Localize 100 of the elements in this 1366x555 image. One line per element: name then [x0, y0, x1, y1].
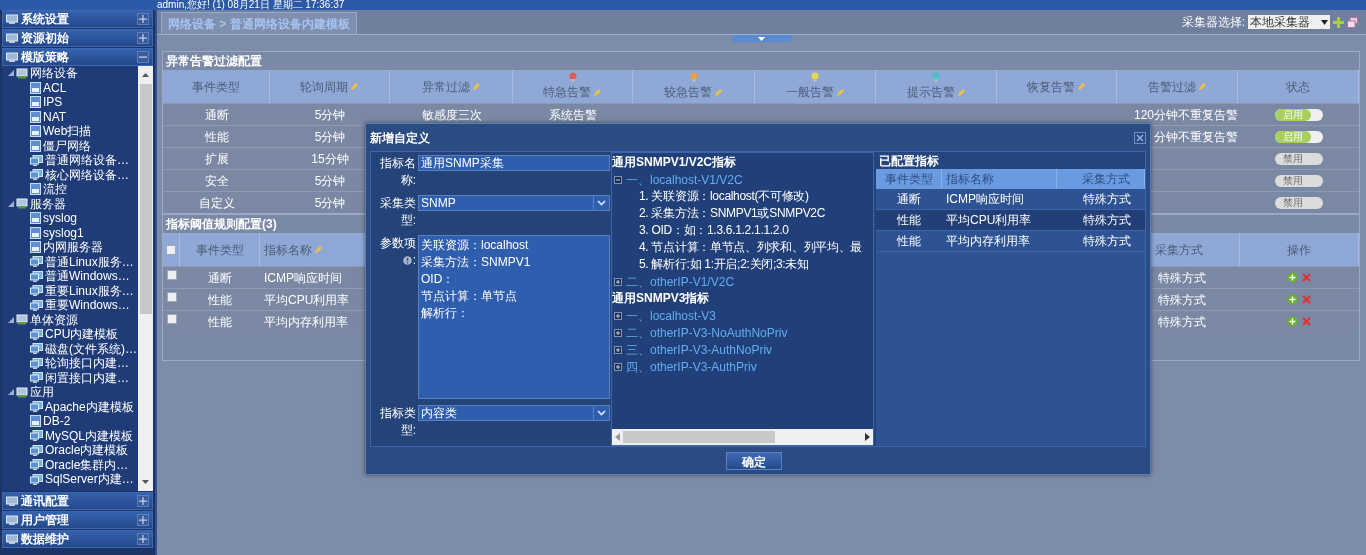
table-row[interactable]: 性能 平均CPU利用率 特殊方式 [876, 210, 1145, 231]
monitor-icon [30, 169, 43, 181]
table-cell-text: 平均CPU利用率 [264, 291, 350, 309]
collector-select[interactable]: 本地采集器 [1248, 15, 1330, 29]
table-row[interactable]: 性能 平均内存利用率 特殊方式 [876, 231, 1145, 252]
horizontal-scrollbar[interactable] [612, 429, 873, 445]
tree-leaf: 5. 解析行:如 1:开启;2:关闭;3:未知 [638, 256, 810, 273]
field-label: : [412, 252, 416, 269]
tree-node[interactable]: 一、localhost-V3 [626, 306, 717, 325]
collapse-icon[interactable] [614, 175, 622, 184]
tree-node[interactable]: 四、otherIP-V3-AuthPriv [626, 357, 757, 376]
collapse-icon[interactable] [137, 51, 149, 63]
section-icon [6, 32, 18, 44]
section-title: 用户管理 [21, 512, 70, 529]
column-header: 一般告警 [785, 84, 834, 101]
sidebar-section-header[interactable]: 资源初始 [2, 29, 153, 47]
section-icon [6, 13, 18, 25]
section-title: 通讯配置 [21, 493, 70, 510]
expand-icon[interactable] [137, 13, 149, 25]
expand-icon[interactable] [614, 345, 622, 354]
column-header: 采集方式 [1154, 241, 1203, 259]
table-cell-text: 特殊方式 [1158, 313, 1206, 331]
expanded-arrow-icon[interactable] [8, 316, 14, 323]
scroll-down-icon[interactable] [142, 477, 149, 487]
status-toggle[interactable]: 禁用 [1274, 174, 1323, 187]
column-header: 操作 [1287, 241, 1311, 259]
table-row[interactable]: 通断 ICMP响应时间 特殊方式 [876, 189, 1145, 210]
params-field[interactable]: 关联资源：localhost 采集方法：SNMPV1 OID： 节点计算：单节点 解析行： [418, 235, 610, 399]
name-field[interactable]: 通用SNMP采集 [418, 155, 610, 171]
add-icon[interactable] [1287, 316, 1298, 327]
document-icon [30, 183, 41, 196]
document-icon [30, 96, 41, 109]
expand-icon[interactable] [137, 514, 149, 526]
expand-icon[interactable] [137, 495, 149, 507]
tree-section-title: 通用SNMPV1/V2C指标 [612, 154, 738, 171]
row-checkbox[interactable] [166, 270, 177, 280]
scrollbar[interactable] [138, 66, 153, 491]
tree-leaf: 4. 节点计算：单节点、列求和、列平均、最 [638, 239, 864, 256]
collapse-tab[interactable] [731, 35, 792, 42]
sidebar-section-header[interactable]: 数据维护 [2, 530, 153, 548]
scroll-right-icon[interactable] [865, 433, 870, 441]
column-header: 状态 [1286, 78, 1310, 96]
scroll-left-icon[interactable] [615, 433, 620, 441]
table-cell-text: 性能 [897, 233, 921, 250]
table-cell-text: 敏感度三次 [421, 106, 482, 124]
table-cell-text: 系统告警 [549, 106, 597, 124]
table-cell-text: 扩展 [204, 150, 229, 168]
document-icon [30, 139, 41, 152]
expand-icon[interactable] [614, 328, 622, 337]
table-cell-text: 5分钟 [314, 172, 346, 190]
column-header: 较急告警 [664, 84, 712, 101]
section-title: 资源初始 [21, 30, 70, 47]
expand-icon[interactable] [137, 32, 149, 44]
document-icon [30, 125, 41, 138]
table-cell-text: 特殊方式 [1158, 291, 1206, 309]
sidebar-section-header[interactable]: 通讯配置 [2, 492, 153, 510]
monitor-icon [30, 473, 43, 485]
tree-leaf: 1. 关联资源：localhost(不可修改) [638, 188, 810, 205]
row-checkbox[interactable] [166, 292, 177, 302]
table-cell-text: 性能 [208, 313, 232, 331]
expanded-arrow-icon[interactable] [8, 389, 14, 396]
tree-node[interactable]: 二、otherIP-V3-NoAuthNoPriv [626, 323, 788, 342]
row-checkbox[interactable] [166, 314, 177, 324]
document-icon [30, 212, 41, 225]
expand-icon[interactable] [137, 533, 149, 545]
section-title: 系统设置 [21, 11, 70, 28]
select-field[interactable]: SNMP [418, 195, 610, 211]
column-header: 事件类型 [884, 171, 933, 188]
expanded-arrow-icon[interactable] [8, 200, 14, 207]
column-header: 指标名称 [264, 241, 312, 259]
status-toggle[interactable]: 禁用 [1274, 152, 1323, 165]
tree-node[interactable]: 二、otherIP-V1/V2C [626, 272, 735, 291]
sidebar-section-header[interactable]: 用户管理 [2, 511, 153, 529]
expanded-arrow-icon[interactable] [8, 70, 14, 77]
expand-icon[interactable] [614, 362, 622, 371]
chevron-down-icon [597, 200, 606, 206]
collector-label: 采集器选择: [1181, 14, 1245, 31]
help-icon[interactable] [402, 256, 412, 265]
expand-icon[interactable] [614, 277, 622, 286]
windows-icon[interactable] [1347, 16, 1358, 28]
status-toggle[interactable]: 禁用 [1274, 196, 1323, 209]
add-icon[interactable] [1287, 272, 1298, 283]
sidebar-section-header[interactable]: 模版策略 [2, 48, 153, 66]
table-cell-text: 自定义 [198, 194, 235, 212]
tree-node[interactable]: 三、otherIP-V3-AuthNoPriv [626, 340, 773, 359]
select-field[interactable]: 内容类 [418, 405, 610, 421]
scroll-up-icon[interactable] [142, 70, 149, 80]
add-icon[interactable] [1333, 16, 1344, 28]
sidebar-section-header[interactable]: 系统设置 [2, 10, 153, 28]
confirm-button[interactable]: 确定 [726, 451, 782, 470]
table-cell-text: 特殊方式 [1083, 233, 1131, 250]
table-cell-text: 特殊方式 [1158, 269, 1206, 287]
monitor-icon [30, 299, 43, 311]
table-cell-text: 平均内存利用率 [946, 233, 1030, 250]
expand-icon[interactable] [614, 311, 622, 320]
tree-node[interactable]: 一、localhost-V1/V2C [626, 170, 743, 189]
tree-item[interactable]: MySQL内建模板 [45, 426, 133, 445]
add-icon[interactable] [1287, 294, 1298, 305]
select-all-checkbox[interactable] [166, 244, 176, 255]
close-button[interactable] [1134, 131, 1146, 144]
